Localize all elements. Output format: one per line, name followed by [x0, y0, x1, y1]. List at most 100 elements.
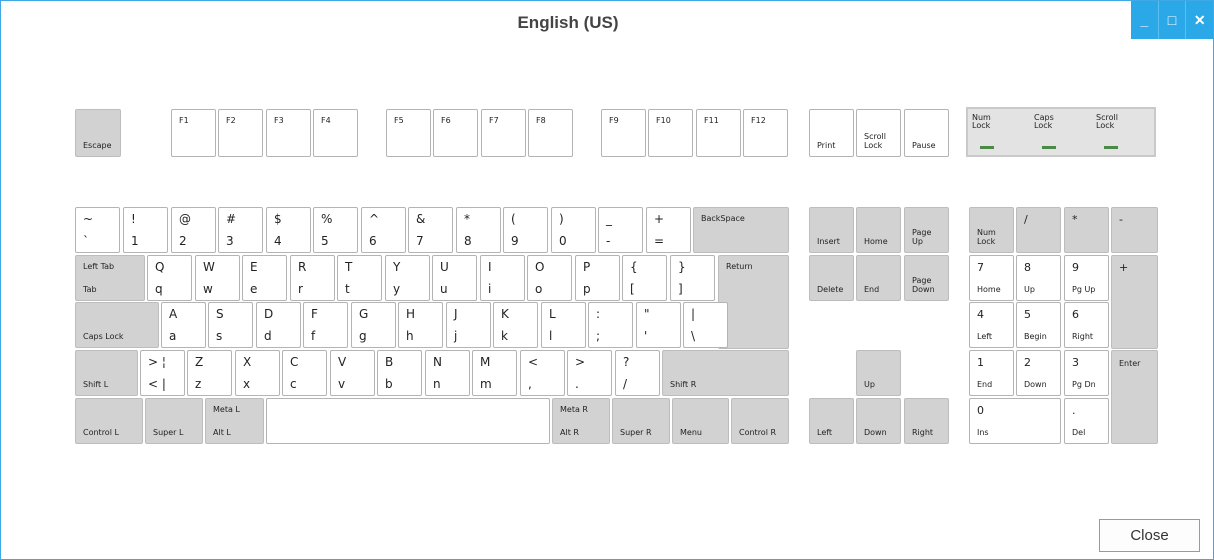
- key-key-s[interactable]: Ss: [208, 302, 253, 348]
- key-comma[interactable]: <,: [520, 350, 565, 396]
- minimize-button[interactable]: _: [1131, 1, 1158, 39]
- key-digit-0[interactable]: ) 0: [551, 207, 596, 253]
- key-key-a[interactable]: Aa: [161, 302, 206, 348]
- key-arrow-up[interactable]: Up: [856, 350, 901, 396]
- key-f1[interactable]: F1: [171, 109, 216, 157]
- key-f4[interactable]: F4: [313, 109, 358, 157]
- key-kp-4[interactable]: 4 Left: [969, 302, 1014, 348]
- key-f10[interactable]: F10: [648, 109, 693, 157]
- key-insert[interactable]: Insert: [809, 207, 854, 253]
- key-menu[interactable]: Menu: [672, 398, 729, 444]
- key-key-u[interactable]: Uu: [432, 255, 477, 301]
- key-key-h[interactable]: Hh: [398, 302, 443, 348]
- key-control-left[interactable]: Control L: [75, 398, 143, 444]
- key-kp-8[interactable]: 8 Up: [1016, 255, 1061, 301]
- key-backslash[interactable]: | \: [683, 302, 728, 348]
- key-key-y[interactable]: Yy: [385, 255, 430, 301]
- key-digit-9[interactable]: (9: [503, 207, 548, 253]
- key-key-p[interactable]: Pp: [575, 255, 620, 301]
- key-scroll-lock[interactable]: Scroll Lock: [856, 109, 901, 157]
- key-pause[interactable]: Pause: [904, 109, 949, 157]
- key-period[interactable]: >.: [567, 350, 612, 396]
- key-digit-1[interactable]: ! 1: [123, 207, 168, 253]
- key-backspace[interactable]: BackSpace: [693, 207, 789, 253]
- key-key-b[interactable]: Bb: [377, 350, 422, 396]
- key-key-j[interactable]: Jj: [446, 302, 491, 348]
- key-f6[interactable]: F6: [433, 109, 478, 157]
- close-window-button[interactable]: ✕: [1185, 1, 1214, 39]
- key-super-left[interactable]: Super L: [145, 398, 203, 444]
- key-key-o[interactable]: Oo: [527, 255, 572, 301]
- key-f8[interactable]: F8: [528, 109, 573, 157]
- key-key-g[interactable]: Gg: [351, 302, 396, 348]
- key-grave[interactable]: ~ `: [75, 207, 120, 253]
- key-delete[interactable]: Delete: [809, 255, 854, 301]
- close-button[interactable]: Close: [1099, 519, 1200, 552]
- key-kp-6[interactable]: 6 Right: [1064, 302, 1109, 348]
- key-equal[interactable]: + =: [646, 207, 691, 253]
- key-alt-right[interactable]: Meta R Alt R: [552, 398, 610, 444]
- key-alt-left[interactable]: Meta L Alt L: [205, 398, 264, 444]
- key-super-right[interactable]: Super R: [612, 398, 670, 444]
- key-arrow-down[interactable]: Down: [856, 398, 901, 444]
- key-kp-divide[interactable]: /: [1016, 207, 1061, 253]
- key-caps-lock[interactable]: Caps Lock: [75, 302, 159, 348]
- key-key-r[interactable]: Rr: [290, 255, 335, 301]
- key-home[interactable]: Home: [856, 207, 901, 253]
- key-kp-0[interactable]: 0 Ins: [969, 398, 1061, 444]
- key-key-w[interactable]: Ww: [195, 255, 240, 301]
- key-key-v[interactable]: Vv: [330, 350, 375, 396]
- key-key-f[interactable]: Ff: [303, 302, 348, 348]
- key-page-up[interactable]: Page Up: [904, 207, 949, 253]
- key-digit-2[interactable]: @2: [171, 207, 216, 253]
- key-quote[interactable]: " ': [636, 302, 681, 348]
- key-key-c[interactable]: Cc: [282, 350, 327, 396]
- key-kp-5[interactable]: 5 Begin: [1016, 302, 1061, 348]
- key-kp-multiply[interactable]: *: [1064, 207, 1109, 253]
- key-f2[interactable]: F2: [218, 109, 263, 157]
- key-kp-1[interactable]: 1 End: [969, 350, 1014, 396]
- key-kp-3[interactable]: 3 Pg Dn: [1064, 350, 1109, 396]
- key-digit-6[interactable]: ^ 6: [361, 207, 406, 253]
- key-tab[interactable]: Left Tab Tab: [75, 255, 145, 301]
- maximize-button[interactable]: □: [1157, 1, 1186, 39]
- key-key-e[interactable]: Ee: [242, 255, 287, 301]
- key-escape[interactable]: Escape: [75, 109, 121, 157]
- key-kp-decimal[interactable]: . Del: [1064, 398, 1109, 444]
- key-key-i[interactable]: Ii: [480, 255, 525, 301]
- key-minus[interactable]: _ -: [598, 207, 643, 253]
- key-arrow-left[interactable]: Left: [809, 398, 854, 444]
- key-bracket-left[interactable]: {[: [622, 255, 667, 301]
- key-space[interactable]: [266, 398, 550, 444]
- key-less-greater[interactable]: > ¦ < |: [140, 350, 185, 396]
- key-bracket-right[interactable]: }]: [670, 255, 715, 301]
- key-shift-right[interactable]: Shift R: [662, 350, 789, 396]
- key-arrow-right[interactable]: Right: [904, 398, 949, 444]
- key-kp-add[interactable]: +: [1111, 255, 1158, 349]
- key-control-right[interactable]: Control R: [731, 398, 789, 444]
- key-key-x[interactable]: Xx: [235, 350, 280, 396]
- key-kp-subtract[interactable]: -: [1111, 207, 1158, 253]
- key-f11[interactable]: F11: [696, 109, 741, 157]
- key-kp-7[interactable]: 7 Home: [969, 255, 1014, 301]
- key-print[interactable]: Print: [809, 109, 854, 157]
- key-semicolon[interactable]: :;: [588, 302, 633, 348]
- key-key-m[interactable]: Mm: [472, 350, 517, 396]
- key-key-n[interactable]: Nn: [425, 350, 470, 396]
- key-f7[interactable]: F7: [481, 109, 526, 157]
- key-key-q[interactable]: Qq: [147, 255, 192, 301]
- key-digit-8[interactable]: * 8: [456, 207, 501, 253]
- key-shift-left[interactable]: Shift L: [75, 350, 138, 396]
- key-digit-7[interactable]: & 7: [408, 207, 453, 253]
- key-kp-2[interactable]: 2 Down: [1016, 350, 1061, 396]
- key-key-t[interactable]: Tt: [337, 255, 382, 301]
- key-num-lock[interactable]: Num Lock: [969, 207, 1014, 253]
- key-f12[interactable]: F12: [743, 109, 788, 157]
- key-f3[interactable]: F3: [266, 109, 311, 157]
- key-key-d[interactable]: Dd: [256, 302, 301, 348]
- key-key-l[interactable]: Ll: [541, 302, 586, 348]
- key-key-z[interactable]: Zz: [187, 350, 232, 396]
- key-digit-4[interactable]: $4: [266, 207, 311, 253]
- key-kp-enter[interactable]: Enter: [1111, 350, 1158, 444]
- key-slash[interactable]: ? /: [615, 350, 660, 396]
